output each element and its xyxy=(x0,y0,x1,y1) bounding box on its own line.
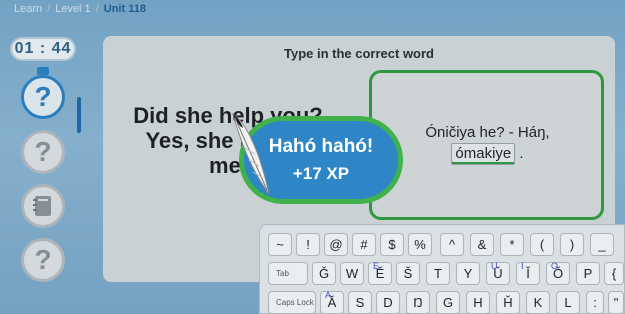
key[interactable]: G xyxy=(436,291,460,314)
key-label: P xyxy=(583,266,593,281)
key-label: Š xyxy=(403,266,413,281)
key[interactable]: T xyxy=(426,262,450,285)
key[interactable]: ( xyxy=(530,233,554,256)
key-label: S xyxy=(355,295,365,310)
key[interactable]: L xyxy=(556,291,580,314)
key[interactable]: Ȟ xyxy=(496,291,520,314)
exercise-instruction: Type in the correct word xyxy=(283,46,434,61)
reward-xp: +17 XP xyxy=(292,164,350,183)
key[interactable]: # xyxy=(352,233,376,256)
notebook-button[interactable] xyxy=(21,184,65,228)
key-label: { xyxy=(611,266,617,281)
key[interactable]: P xyxy=(576,262,600,285)
breadcrumb-level[interactable]: Level 1 xyxy=(55,3,90,15)
key-label: T xyxy=(434,266,442,281)
key[interactable]: Ǧ xyxy=(312,262,336,285)
key-label: W xyxy=(345,266,359,281)
caps-lock-key[interactable]: Caps Lock xyxy=(268,291,316,314)
answer-input[interactable]: ómakiye xyxy=(451,143,516,165)
question-mark-icon: ? xyxy=(34,81,52,112)
key-label: Y xyxy=(463,266,473,281)
key[interactable]: ) xyxy=(560,233,584,256)
key[interactable]: K xyxy=(526,291,550,314)
key[interactable]: Š xyxy=(396,262,420,285)
key[interactable]: EĚ xyxy=(368,261,392,285)
key[interactable]: " xyxy=(608,291,624,314)
progress-indicator xyxy=(77,97,81,133)
feather-icon xyxy=(232,112,270,195)
breadcrumb: Learn / Level 1 / Unit 118 xyxy=(0,0,625,18)
key[interactable]: D xyxy=(376,291,400,314)
breadcrumb-unit: Unit 118 xyxy=(103,3,146,15)
key[interactable]: ! xyxy=(296,233,320,256)
key-label: Ǐ xyxy=(526,266,530,281)
key[interactable]: H xyxy=(466,291,490,314)
countdown-timer: 01 : 44 xyxy=(10,37,76,61)
key[interactable]: AǍ xyxy=(320,290,344,314)
question-mark-icon: ? xyxy=(34,136,52,167)
key[interactable]: IǏ xyxy=(516,261,540,285)
breadcrumb-learn[interactable]: Learn xyxy=(14,3,42,15)
key[interactable]: : xyxy=(586,291,604,314)
timer-connector xyxy=(37,67,49,75)
key-label: K xyxy=(533,295,543,310)
key-label: L xyxy=(564,295,572,310)
key[interactable]: Y xyxy=(456,262,480,285)
lesson-screen: Learn / Level 1 / Unit 118 01 : 44 ? ? ?… xyxy=(0,0,625,314)
key-alt-label: I xyxy=(521,261,524,271)
key[interactable]: % xyxy=(408,233,432,256)
key[interactable]: ^ xyxy=(440,233,464,256)
key[interactable]: * xyxy=(500,233,524,256)
key-label: Ȟ xyxy=(503,295,513,310)
key-label: Ŋ xyxy=(413,295,423,310)
key-alt-label: O xyxy=(551,261,559,271)
key-alt-label: A xyxy=(325,290,332,300)
key[interactable]: S xyxy=(348,291,372,314)
key-alt-label: U xyxy=(491,261,498,271)
answer-prefix: Óničiya he? - Háŋ, xyxy=(425,124,550,141)
breadcrumb-separator: / xyxy=(47,3,51,15)
breadcrumb-separator: / xyxy=(95,3,99,15)
key[interactable]: UǓ xyxy=(486,261,510,285)
notebook-icon xyxy=(33,196,51,216)
question-nav-1[interactable]: ? xyxy=(21,75,65,119)
answer-suffix: . xyxy=(519,145,524,162)
key[interactable]: ~ xyxy=(268,233,292,256)
key[interactable]: & xyxy=(470,233,494,256)
key-label: " xyxy=(613,295,619,310)
on-screen-keyboard: ~ ! @ # $ % ^ & * ( ) _ Tab Ǧ W EĚ Š T Y… xyxy=(259,224,625,314)
answer-sentence: Óničiya he? - Háŋ, ómakiye . xyxy=(380,123,595,165)
question-mark-icon: ? xyxy=(34,244,52,275)
key[interactable]: W xyxy=(340,262,364,285)
key-label: : xyxy=(593,295,597,310)
key[interactable]: Ŋ xyxy=(406,291,430,314)
key[interactable]: { xyxy=(604,262,624,285)
key-alt-label: E xyxy=(373,261,380,271)
key-label: D xyxy=(383,295,393,310)
key[interactable]: OǑ xyxy=(546,261,570,285)
tab-key[interactable]: Tab xyxy=(268,262,308,285)
key[interactable]: @ xyxy=(324,233,348,256)
key[interactable]: _ xyxy=(590,233,614,256)
key-label: G xyxy=(442,295,454,310)
key-label: H xyxy=(473,295,483,310)
question-nav-3[interactable]: ? xyxy=(21,238,65,282)
key[interactable]: $ xyxy=(380,233,404,256)
question-nav-2[interactable]: ? xyxy=(21,130,65,174)
key-label: Ǧ xyxy=(318,266,330,281)
